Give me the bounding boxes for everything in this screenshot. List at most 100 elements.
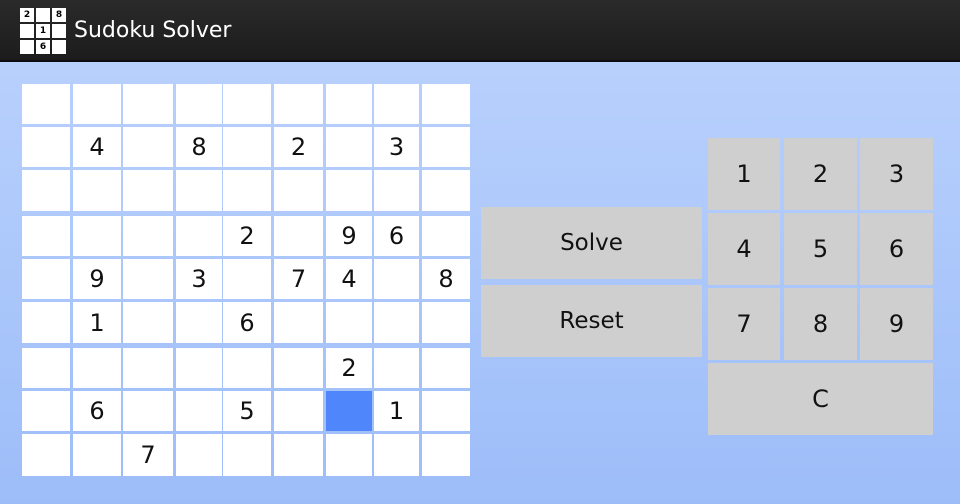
sudoku-cell-r3c5[interactable]	[223, 170, 271, 211]
sudoku-cell-r2c1[interactable]	[22, 127, 70, 167]
sudoku-cell-r6c3[interactable]	[123, 302, 173, 343]
sudoku-cell-r1c2[interactable]	[73, 84, 121, 124]
sudoku-cell-r5c3[interactable]	[123, 259, 173, 299]
sudoku-cell-r6c2[interactable]: 1	[73, 302, 121, 343]
sudoku-cell-r8c6[interactable]	[274, 391, 323, 431]
sudoku-cell-r7c5[interactable]	[223, 348, 271, 388]
solve-button[interactable]: Solve	[481, 207, 702, 279]
sudoku-cell-r9c3[interactable]: 7	[123, 434, 173, 476]
sudoku-cell-r1c3[interactable]	[123, 84, 173, 124]
sudoku-cell-r7c3[interactable]	[123, 348, 173, 388]
sudoku-cell-r2c7[interactable]	[326, 127, 372, 167]
key-5-button[interactable]: 5	[784, 213, 857, 285]
app-icon-cell	[20, 40, 34, 54]
sudoku-cell-r8c9[interactable]	[422, 391, 470, 431]
action-bar: 2 81 6 Sudoku Solver	[0, 0, 960, 62]
sudoku-cell-r9c8[interactable]	[374, 434, 419, 476]
key-3-button[interactable]: 3	[860, 138, 933, 210]
sudoku-cell-r8c5[interactable]: 5	[223, 391, 271, 431]
sudoku-cell-r5c9[interactable]: 8	[422, 259, 470, 299]
sudoku-cell-r2c5[interactable]	[223, 127, 271, 167]
sudoku-cell-r8c4[interactable]	[176, 391, 222, 431]
sudoku-cell-r6c9[interactable]	[422, 302, 470, 343]
sudoku-cell-r6c7[interactable]	[326, 302, 372, 343]
app-icon-cell	[52, 24, 66, 38]
key-4-button[interactable]: 4	[708, 213, 780, 285]
key-8-button[interactable]: 8	[784, 288, 857, 360]
sudoku-cell-r1c4[interactable]	[176, 84, 222, 124]
sudoku-cell-r5c4[interactable]: 3	[176, 259, 222, 299]
sudoku-cell-r7c4[interactable]	[176, 348, 222, 388]
sudoku-cell-r2c9[interactable]	[422, 127, 470, 167]
sudoku-cell-r7c7[interactable]: 2	[326, 348, 372, 388]
sudoku-cell-r4c5[interactable]: 2	[223, 216, 271, 256]
sudoku-cell-r3c8[interactable]	[374, 170, 419, 211]
sudoku-cell-r7c2[interactable]	[73, 348, 121, 388]
sudoku-cell-r2c2[interactable]: 4	[73, 127, 121, 167]
sudoku-board: 4823296937481626517	[22, 84, 470, 477]
sudoku-cell-r4c2[interactable]	[73, 216, 121, 256]
sudoku-cell-r7c8[interactable]	[374, 348, 419, 388]
sudoku-cell-r1c5[interactable]	[223, 84, 271, 124]
sudoku-cell-r7c6[interactable]	[274, 348, 323, 388]
sudoku-cell-r7c9[interactable]	[422, 348, 470, 388]
sudoku-cell-r9c1[interactable]	[22, 434, 70, 476]
sudoku-cell-r3c4[interactable]	[176, 170, 222, 211]
sudoku-cell-r8c7[interactable]	[326, 391, 372, 431]
sudoku-cell-r9c7[interactable]	[326, 434, 372, 476]
key-2-button[interactable]: 2	[784, 138, 857, 210]
sudoku-cell-r5c1[interactable]	[22, 259, 70, 299]
sudoku-cell-r6c4[interactable]	[176, 302, 222, 343]
sudoku-cell-r3c2[interactable]	[73, 170, 121, 211]
sudoku-cell-r3c7[interactable]	[326, 170, 372, 211]
sudoku-cell-r9c9[interactable]	[422, 434, 470, 476]
sudoku-cell-r4c1[interactable]	[22, 216, 70, 256]
sudoku-cell-r6c8[interactable]	[374, 302, 419, 343]
key-1-button[interactable]: 1	[708, 138, 780, 210]
app-icon-cell	[20, 24, 34, 38]
sudoku-cell-r5c8[interactable]	[374, 259, 419, 299]
sudoku-cell-r8c1[interactable]	[22, 391, 70, 431]
clear-button[interactable]: C	[708, 363, 933, 435]
sudoku-cell-r6c1[interactable]	[22, 302, 70, 343]
sudoku-cell-r4c8[interactable]: 6	[374, 216, 419, 256]
sudoku-cell-r3c6[interactable]	[274, 170, 323, 211]
key-7-button[interactable]: 7	[708, 288, 780, 360]
key-6-button[interactable]: 6	[860, 213, 933, 285]
sudoku-cell-r2c4[interactable]: 8	[176, 127, 222, 167]
sudoku-cell-r2c3[interactable]	[123, 127, 173, 167]
sudoku-cell-r4c9[interactable]	[422, 216, 470, 256]
sudoku-cell-r1c7[interactable]	[326, 84, 372, 124]
sudoku-cell-r1c8[interactable]	[374, 84, 419, 124]
sudoku-cell-r6c6[interactable]	[274, 302, 323, 343]
sudoku-cell-r8c2[interactable]: 6	[73, 391, 121, 431]
sudoku-cell-r9c5[interactable]	[223, 434, 271, 476]
key-9-button[interactable]: 9	[860, 288, 933, 360]
reset-button[interactable]: Reset	[481, 285, 702, 357]
sudoku-cell-r9c2[interactable]	[73, 434, 121, 476]
sudoku-cell-r7c1[interactable]	[22, 348, 70, 388]
sudoku-cell-r4c7[interactable]: 9	[326, 216, 372, 256]
sudoku-cell-r4c4[interactable]	[176, 216, 222, 256]
sudoku-cell-r5c2[interactable]: 9	[73, 259, 121, 299]
sudoku-cell-r3c3[interactable]	[123, 170, 173, 211]
sudoku-cell-r1c1[interactable]	[22, 84, 70, 124]
sudoku-cell-r3c1[interactable]	[22, 170, 70, 211]
app-icon-cell: 2	[20, 8, 34, 22]
sudoku-cell-r8c3[interactable]	[123, 391, 173, 431]
sudoku-cell-r4c3[interactable]	[123, 216, 173, 256]
sudoku-cell-r5c6[interactable]: 7	[274, 259, 323, 299]
sudoku-cell-r1c9[interactable]	[422, 84, 470, 124]
sudoku-cell-r5c5[interactable]	[223, 259, 271, 299]
sudoku-cell-r2c8[interactable]: 3	[374, 127, 419, 167]
sudoku-cell-r9c4[interactable]	[176, 434, 222, 476]
sudoku-cell-r3c9[interactable]	[422, 170, 470, 211]
sudoku-cell-r9c6[interactable]	[274, 434, 323, 476]
sudoku-cell-r5c7[interactable]: 4	[326, 259, 372, 299]
sudoku-cell-r1c6[interactable]	[274, 84, 323, 124]
sudoku-app: 2816 Sudoku Solver 4823296937481626517 S…	[0, 0, 960, 504]
sudoku-cell-r6c5[interactable]: 6	[223, 302, 271, 343]
sudoku-cell-r2c6[interactable]: 2	[274, 127, 323, 167]
sudoku-cell-r8c8[interactable]: 1	[374, 391, 419, 431]
sudoku-cell-r4c6[interactable]	[274, 216, 323, 256]
